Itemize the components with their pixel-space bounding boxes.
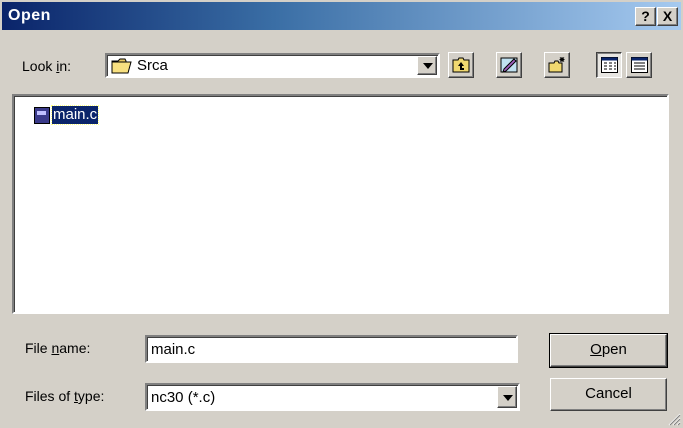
file-name-label: File name:	[25, 340, 91, 356]
open-button[interactable]: Open	[549, 333, 668, 368]
look-in-combo[interactable]: Srca	[105, 53, 440, 78]
new-folder-button[interactable]	[544, 52, 570, 78]
details-view-icon	[631, 57, 648, 73]
chevron-down-icon	[423, 63, 433, 69]
new-folder-icon	[548, 57, 565, 73]
file-list[interactable]: main.c	[12, 94, 669, 314]
resize-grip-icon[interactable]	[667, 412, 681, 426]
cancel-button[interactable]: Cancel	[550, 378, 667, 411]
file-type-value: nc30 (*.c)	[151, 389, 216, 406]
file-type-label: Files of type:	[25, 388, 105, 404]
dialog-title: Open	[8, 7, 51, 24]
close-button[interactable]: X	[657, 7, 678, 26]
look-in-dropdown-button[interactable]	[417, 56, 437, 75]
file-type-combo[interactable]: nc30 (*.c)	[145, 383, 520, 411]
list-view-icon	[601, 57, 618, 73]
details-view-button[interactable]	[626, 52, 652, 78]
up-one-level-icon	[452, 57, 470, 73]
c-source-file-icon	[34, 107, 50, 124]
folder-icon	[111, 58, 132, 74]
file-item-name: main.c	[50, 105, 100, 125]
open-dialog: Open ? X Look in: Srca main.c File name:…	[0, 0, 683, 428]
desktop-icon	[500, 57, 518, 73]
file-type-dropdown-button[interactable]	[497, 386, 517, 408]
up-one-level-button[interactable]	[448, 52, 474, 78]
file-name-field[interactable]: main.c	[145, 335, 518, 363]
title-bar[interactable]: Open ? X	[2, 2, 681, 30]
desktop-button[interactable]	[496, 52, 522, 78]
look-in-value: Srca	[137, 57, 168, 74]
chevron-down-icon	[503, 395, 513, 401]
list-view-button[interactable]	[596, 52, 622, 78]
help-button[interactable]: ?	[635, 7, 656, 26]
file-name-value: main.c	[151, 341, 196, 358]
look-in-label: Look in:	[22, 58, 72, 74]
